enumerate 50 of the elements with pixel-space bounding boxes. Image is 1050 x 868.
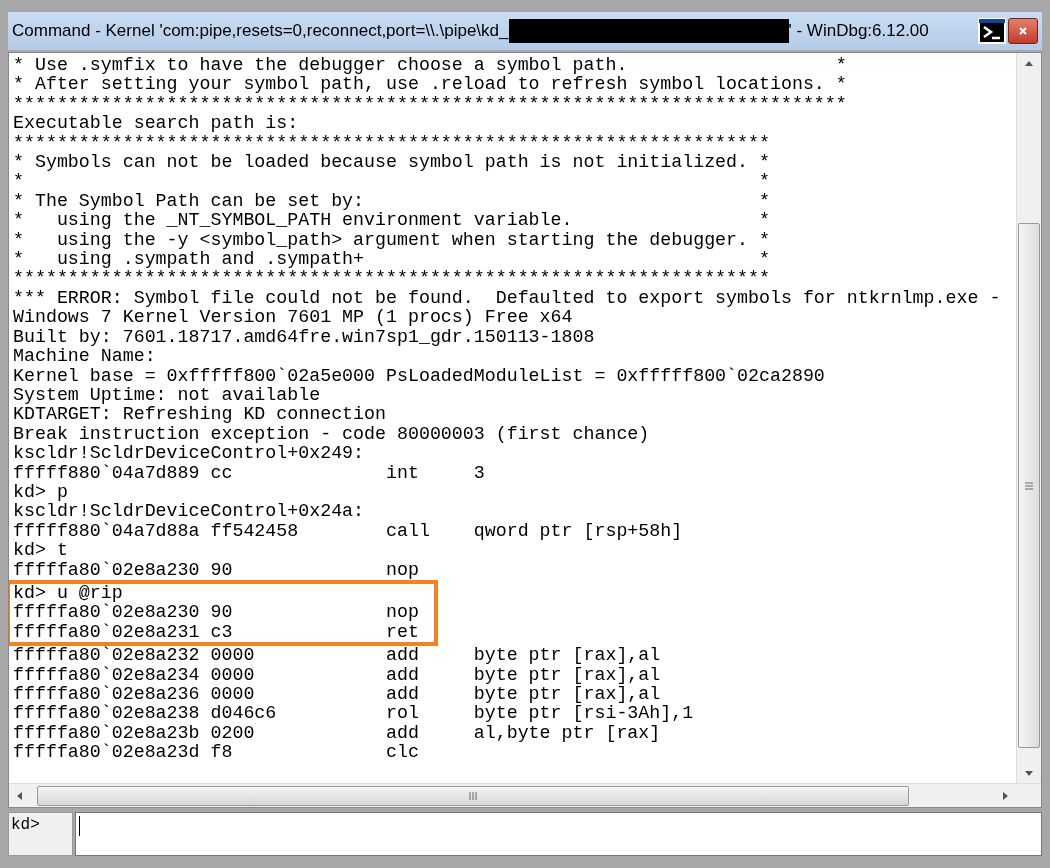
text-cursor [79, 816, 80, 836]
output-line: fffffa80`02e8a234 0000 add byte ptr [rax],al [13, 665, 662, 685]
output-line: kd> u @rip [13, 583, 124, 603]
output-line: fffffa80`02e8a232 0000 add byte ptr [rax],al [13, 646, 662, 666]
output-line: *** ERROR: Symbol file could not be found. Defaulted to export symbols for ntkrnlmp.exe - [13, 288, 1002, 309]
output-line: fffffa80`02e8a238 d046c6 rol byte ptr [rsi-3Ah],1 [13, 704, 695, 724]
output-line: Built by: 7601.18717.amd64fre.win7sp1_gdr.150113-1808 [13, 327, 596, 348]
output-line: * The Symbol Path can be set by: * [13, 191, 771, 212]
output-line: kd> t [13, 541, 69, 561]
close-icon [1018, 26, 1028, 36]
output-line: fffffa80`02e8a23b 0200 add al,byte ptr [rax] [13, 723, 662, 743]
output-line: * * [13, 172, 771, 192]
scrollbar-thumb[interactable] [1018, 223, 1040, 748]
output-line: Machine Name: [13, 347, 157, 367]
output-line: ********************************************************************* [13, 269, 771, 289]
output-line: * using the -y <symbol_path> argument when starting the debugger. * [13, 230, 771, 251]
command-prompt-icon[interactable] [978, 18, 1006, 44]
output-line: fffffa80`02e8a231 c3 ret [13, 622, 420, 643]
output-line: * Use .symfix to have the debugger choose a symbol path. * [13, 56, 848, 76]
output-line: **************************************************************************** [13, 94, 848, 115]
output-line: fffffa80`02e8a230 90 nop [13, 603, 420, 623]
output-line: Executable search path is: [13, 114, 300, 134]
output-line: * After setting your symbol path, use .reload to refresh symbol locations. * [13, 75, 848, 95]
scrollbar-thumb[interactable] [37, 785, 909, 806]
prompt-label: kd> [8, 812, 73, 856]
output-line: * Symbols can not be loaded because symbol path is not initialized. * [13, 153, 771, 173]
window-title: ' - WinDbg:6.12.00 [788, 20, 929, 43]
output-line: kd> p [13, 482, 69, 503]
grip-icon [1024, 481, 1034, 490]
output-line: * using .sympath and .sympath+ * [13, 250, 771, 270]
output-line: Windows 7 Kernel Version 7601 MP (1 procs) Free x64 [13, 308, 574, 328]
close-button[interactable] [1008, 18, 1038, 44]
output-line: KDTARGET: Refreshing KD connection [13, 405, 387, 425]
output-line: * using the _NT_SYMBOL_PATH environment variable. * [13, 211, 771, 231]
output-line: kscldr!ScldrDeviceControl+0x24a: [13, 502, 366, 522]
output-line: fffffa80`02e8a236 0000 add byte ptr [rax],al [13, 685, 662, 704]
output-line: fffffa80`02e8a230 90 nop [13, 560, 420, 580]
command-input[interactable] [75, 812, 1042, 856]
output-line: ********************************************************************* [13, 133, 771, 154]
output-line: System Uptime: not available [13, 385, 322, 406]
output-line: fffffa80`02e8a23d f8 clc [13, 743, 420, 763]
grip-icon [468, 790, 478, 801]
vertical-scrollbar[interactable] [1016, 53, 1041, 783]
output-line: Break instruction exception - code 80000003 (first chance) [13, 424, 651, 445]
output-line: fffff880`04a7d88a ff542458 call qword ptr [rsp+58h] [13, 521, 684, 542]
output-line: Kernel base = 0xfffff800`02a5e000 PsLoadedModuleList = 0xfffff800`02ca2890 [13, 366, 826, 386]
horizontal-scrollbar[interactable] [9, 783, 1041, 807]
window-title: Command - Kernel 'com:pipe,resets=0,reconnect,port=\\.\pipe\kd_ [12, 20, 509, 43]
output-line: kscldr!ScldrDeviceControl+0x249: [13, 444, 366, 464]
output-line: fffff880`04a7d889 cc int 3 [13, 463, 486, 483]
